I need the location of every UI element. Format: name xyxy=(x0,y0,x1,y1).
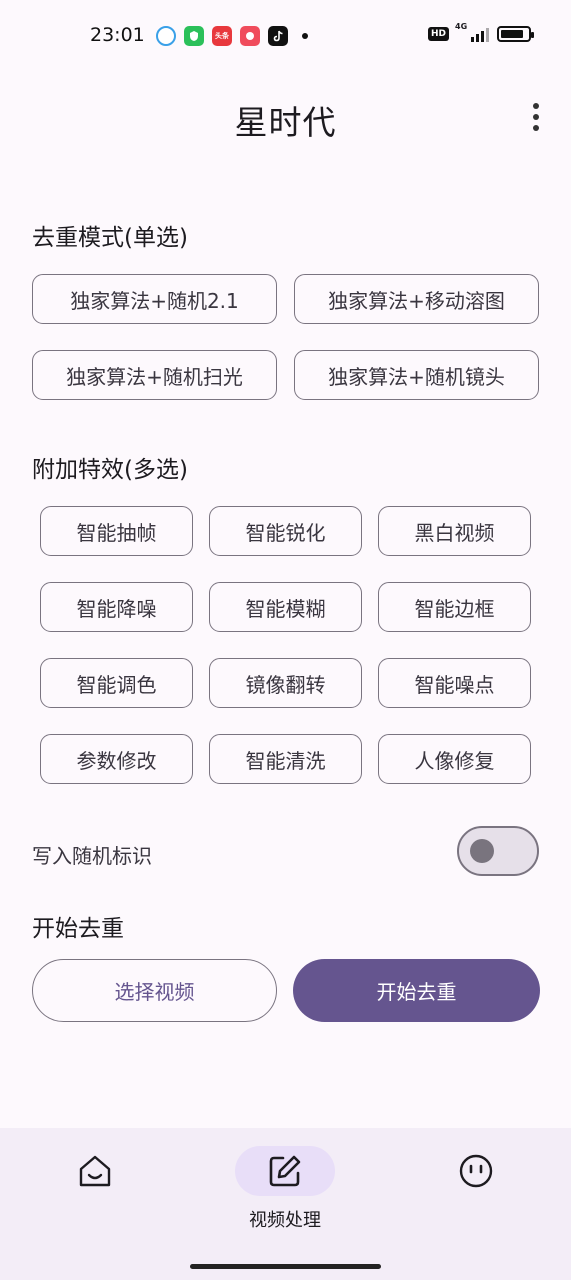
hd-badge: HD xyxy=(427,27,449,41)
more-notifications-dot xyxy=(302,33,308,39)
more-vertical-icon[interactable] xyxy=(526,100,546,134)
nav-item-home[interactable] xyxy=(35,1146,155,1236)
video-app-icon xyxy=(240,26,260,46)
effect-color-grade[interactable]: 智能调色 xyxy=(40,658,193,708)
mode-option-move-blend[interactable]: 独家算法+移动溶图 xyxy=(294,274,539,324)
effect-mirror-flip[interactable]: 镜像翻转 xyxy=(209,658,362,708)
toutiao-icon: 头条 xyxy=(212,26,232,46)
home-icon xyxy=(79,1155,111,1187)
effect-portrait-repair[interactable]: 人像修复 xyxy=(378,734,531,784)
mode-option-random-sweep[interactable]: 独家算法+随机扫光 xyxy=(32,350,277,400)
nav-indicator xyxy=(45,1146,145,1196)
browser-icon xyxy=(156,26,176,46)
bottom-nav: 视频处理 xyxy=(0,1128,571,1280)
status-bar: 23:01 头条 HD 4G xyxy=(0,0,571,72)
security-app-icon xyxy=(184,26,204,46)
notification-icons: 头条 xyxy=(156,26,308,46)
signal-icon: 4G xyxy=(455,22,489,42)
effect-border[interactable]: 智能边框 xyxy=(378,582,531,632)
tiktok-icon xyxy=(268,26,288,46)
network-label: 4G xyxy=(455,22,468,31)
select-video-button[interactable]: 选择视频 xyxy=(32,959,277,1022)
nav-item-video-process[interactable]: 视频处理 xyxy=(225,1146,345,1236)
effect-sharpen[interactable]: 智能锐化 xyxy=(209,506,362,556)
status-right: HD 4G xyxy=(427,22,534,42)
nav-indicator-active xyxy=(235,1146,335,1196)
start-dedup-button[interactable]: 开始去重 xyxy=(293,959,540,1022)
profile-icon xyxy=(459,1154,493,1188)
edit-icon xyxy=(269,1155,301,1187)
effect-param-modify[interactable]: 参数修改 xyxy=(40,734,193,784)
start-section-title: 开始去重 xyxy=(32,916,124,942)
effect-noise[interactable]: 智能噪点 xyxy=(378,658,531,708)
status-time: 23:01 xyxy=(90,24,145,46)
mode-option-random-lens[interactable]: 独家算法+随机镜头 xyxy=(294,350,539,400)
effect-blur[interactable]: 智能模糊 xyxy=(209,582,362,632)
effect-denoise[interactable]: 智能降噪 xyxy=(40,582,193,632)
gesture-bar[interactable] xyxy=(190,1264,381,1269)
effects-title: 附加特效(多选) xyxy=(32,457,188,483)
nav-indicator xyxy=(426,1146,526,1196)
nav-item-profile[interactable] xyxy=(416,1146,536,1236)
effect-black-white[interactable]: 黑白视频 xyxy=(378,506,531,556)
battery-icon xyxy=(497,26,534,42)
effect-clean[interactable]: 智能清洗 xyxy=(209,734,362,784)
toggle-knob xyxy=(470,839,494,863)
effect-frame-drop[interactable]: 智能抽帧 xyxy=(40,506,193,556)
nav-label-video-process: 视频处理 xyxy=(249,1210,321,1231)
random-tag-label: 写入随机标识 xyxy=(32,844,152,868)
page-title: 星时代 xyxy=(234,103,337,142)
dedup-mode-title: 去重模式(单选) xyxy=(32,225,188,251)
mode-option-random[interactable]: 独家算法+随机2.1 xyxy=(32,274,277,324)
random-tag-toggle[interactable] xyxy=(457,826,539,876)
